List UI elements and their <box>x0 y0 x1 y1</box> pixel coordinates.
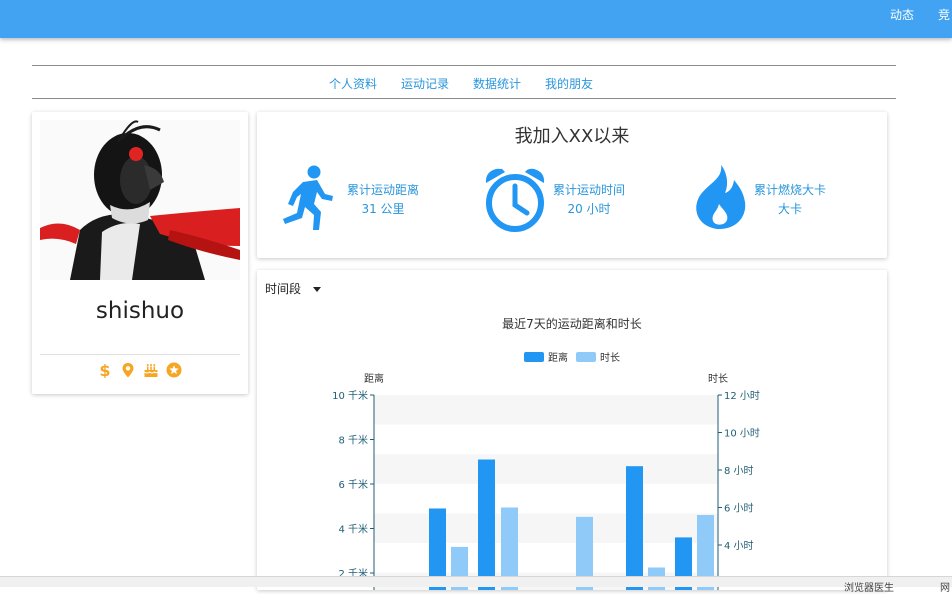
tab-profile[interactable]: 个人资料 <box>329 75 377 92</box>
alarm-clock-icon <box>485 168 545 232</box>
profile-divider <box>40 354 240 355</box>
legend-swatch <box>524 352 544 362</box>
y-left-tick-label: 10 千米 <box>332 389 368 402</box>
username: shishuo <box>95 298 185 324</box>
y-right-tick-label: 10 小时 <box>724 428 760 440</box>
total-time-label: 累计运动时间 <box>552 183 625 197</box>
location-pin-icon[interactable] <box>120 362 136 378</box>
y-right-tick-label: 4 小时 <box>724 540 754 552</box>
dollar-icon[interactable]: $ <box>97 362 113 378</box>
tab-friends[interactable]: 我的朋友 <box>545 75 593 92</box>
tab-stats[interactable]: 数据统计 <box>473 75 521 92</box>
tabs-top-divider <box>32 65 896 66</box>
grid-band <box>374 513 718 543</box>
top-navbar: 动态 竞 <box>0 0 952 38</box>
tab-records[interactable]: 运动记录 <box>401 75 449 92</box>
legend-swatch <box>576 352 596 362</box>
y-left-tick-label: 6 千米 <box>338 478 368 491</box>
flame-icon <box>696 165 746 230</box>
total-calories-value: 大卡 <box>777 202 802 216</box>
legend-label: 时长 <box>600 352 620 364</box>
since-joined-card: 我加入XX以来 累计运动距离 31 公里 累计运动时间 20 小时 累计燃烧大卡… <box>257 112 887 258</box>
total-distance-value: 31 公里 <box>361 202 405 216</box>
bar-distance <box>478 459 495 590</box>
y-left-tick-label: 8 千米 <box>338 434 368 447</box>
total-distance-label: 累计运动距离 <box>346 183 419 197</box>
total-time-value: 20 小时 <box>567 202 611 216</box>
running-icon <box>283 165 333 230</box>
browser-status-bar: 浏览器医生 网 <box>0 576 952 594</box>
birthday-cake-icon[interactable] <box>143 362 159 378</box>
y-left-tick-label: 4 千米 <box>338 523 368 536</box>
bar-distance <box>626 466 643 590</box>
y-left-axis-title: 距离 <box>364 372 384 385</box>
legend-label: 距离 <box>548 351 568 364</box>
y-right-tick-label: 12 小时 <box>724 390 760 402</box>
y-right-tick-label: 6 小时 <box>724 503 754 515</box>
avatar[interactable] <box>40 120 240 280</box>
profile-card: shishuo $ <box>32 112 248 394</box>
grid-band <box>374 395 718 425</box>
distance-duration-chart: 2 千米4 千米6 千米8 千米10 千米4 小时6 小时8 小时10 小时12… <box>332 351 760 590</box>
svg-text:$: $ <box>99 362 110 378</box>
chart-card: 时间段 最近7天的运动距离和时长 2 千米 4 千米 6 千米 8 千米 10 千米 4 … <box>257 270 887 590</box>
y-right-tick-label: 8 小时 <box>724 465 754 477</box>
since-joined-title: 我加入XX以来 <box>514 126 630 147</box>
nav-link-feed[interactable]: 动态 <box>890 6 914 23</box>
total-calories-label: 累计燃烧大卡 <box>753 183 826 197</box>
nav-link-compete[interactable]: 竞 <box>938 6 950 23</box>
y-right-axis-title: 时长 <box>708 373 728 385</box>
grid-band <box>374 454 718 484</box>
star-badge-icon[interactable] <box>166 362 182 378</box>
tabs-bottom-divider <box>32 98 896 99</box>
